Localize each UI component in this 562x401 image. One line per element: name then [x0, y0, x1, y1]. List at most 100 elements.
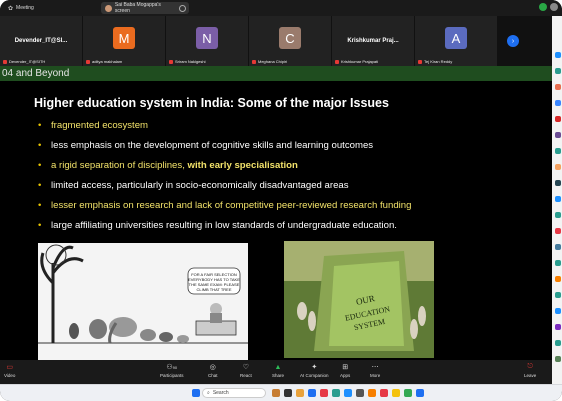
app-icon[interactable] — [555, 244, 561, 250]
search-icon: ⌕ — [207, 390, 210, 396]
share-indicator[interactable]: Sai Baba Mogappa's screen — [101, 2, 189, 14]
app-icon[interactable] — [272, 389, 280, 397]
slide-header: 04 and Beyond — [0, 66, 552, 81]
app-icon[interactable] — [555, 164, 561, 170]
app-icon[interactable] — [555, 68, 561, 74]
react-button[interactable]: ♡ React — [240, 363, 252, 378]
cartoon-exam-image: FOR A FAIR SELECTION EVERYBODY HAS TO TA… — [38, 243, 248, 360]
side-app-strip — [552, 16, 562, 384]
zoom-logo-icon: ✿ — [8, 5, 14, 12]
participant-label: aditya makhalam — [86, 59, 122, 64]
participant-label: Meghana Chipiri — [252, 59, 287, 64]
list-item: • lesser emphasis on research and lack of… — [38, 200, 412, 211]
ai-companion-icon: ✦ — [311, 364, 318, 371]
list-item: • limited access, particularly in socio-e… — [38, 180, 349, 191]
security-icon[interactable] — [539, 3, 547, 11]
participant-tile[interactable]: Krishkumar Praj... Krishkumar Prajapati — [332, 16, 414, 66]
list-item: • large affiliating universities resultin… — [38, 220, 397, 231]
app-icon[interactable] — [555, 196, 561, 202]
app-title: ✿ Meeting — [8, 5, 34, 12]
app-icon[interactable] — [555, 260, 561, 266]
participant-tile[interactable]: M aditya makhalam — [83, 16, 165, 66]
apps-button[interactable]: ⊞ Apps — [340, 363, 350, 378]
participant-label: Krishkumar Prajapati — [335, 59, 378, 64]
avatar: A — [445, 27, 467, 49]
chat-button[interactable]: ◎ Chat — [208, 363, 218, 378]
app-icon[interactable] — [380, 389, 388, 397]
app-icon[interactable] — [356, 389, 364, 397]
window-status — [539, 3, 558, 11]
title-bar: ✿ Meeting Sai Baba Mogappa's screen — [0, 0, 562, 16]
zoom-icon[interactable] — [344, 389, 352, 397]
app-icon[interactable] — [555, 100, 561, 106]
muted-mic-icon — [169, 59, 173, 64]
next-page-arrow-icon[interactable]: › — [507, 35, 519, 47]
zoom-window: ✿ Meeting Sai Baba Mogappa's screen Deve… — [0, 0, 562, 401]
app-icon[interactable] — [555, 308, 561, 314]
muted-mic-icon — [418, 59, 422, 64]
search-input[interactable]: ⌕ Search — [202, 388, 266, 398]
task-view-icon[interactable] — [284, 389, 292, 397]
view-options-icon[interactable] — [179, 4, 186, 12]
participant-tile[interactable]: A Tej Kiran Reddy — [415, 16, 497, 66]
app-icon[interactable] — [555, 340, 561, 346]
app-icon[interactable] — [555, 116, 561, 122]
app-title-label: Meeting — [16, 5, 34, 11]
muted-mic-icon — [3, 59, 7, 64]
list-item: • less emphasis on the development of cog… — [38, 140, 374, 151]
window-control-icon[interactable] — [550, 3, 558, 11]
leave-button[interactable]: ⎋ Leave — [524, 363, 536, 378]
react-icon: ♡ — [242, 364, 250, 371]
muted-mic-icon — [252, 59, 256, 64]
avatar — [105, 4, 112, 12]
svg-text:CLIMB THAT TREE: CLIMB THAT TREE — [196, 287, 231, 292]
edge-icon[interactable] — [308, 389, 316, 397]
ai-companion-button[interactable]: ✦ AI Companion — [300, 363, 329, 378]
chrome-icon[interactable] — [392, 389, 400, 397]
os-taskbar: ⌕ Search — [0, 384, 562, 401]
cartoon-exam-drawing: FOR A FAIR SELECTION EVERYBODY HAS TO TA… — [38, 243, 248, 360]
participant-tile[interactable]: N Sriram Nakigeshi — [166, 16, 248, 66]
video-button[interactable]: ▭ Video — [4, 363, 15, 378]
app-icon[interactable] — [555, 276, 561, 282]
cartoon-education-drawing: OUR EDUCATION SYSTEM — [284, 241, 434, 358]
app-icon[interactable] — [555, 52, 561, 58]
participant-tile[interactable]: C Meghana Chipiri — [249, 16, 331, 66]
muted-mic-icon — [335, 59, 339, 64]
app-icon[interactable] — [555, 180, 561, 186]
leave-icon: ⎋ — [527, 363, 533, 370]
participant-tile[interactable]: Devender_IT@SI... Devender_IT@SITH — [0, 16, 82, 66]
app-icon[interactable] — [332, 389, 340, 397]
muted-mic-icon — [86, 59, 90, 64]
share-button[interactable]: ▲ Share — [272, 363, 284, 379]
avatar: C — [279, 27, 301, 49]
folder-icon[interactable] — [296, 389, 304, 397]
app-icon[interactable] — [555, 228, 561, 234]
app-icon[interactable] — [555, 148, 561, 154]
app-icon[interactable] — [555, 84, 561, 90]
share-icon: ▲ — [274, 363, 282, 371]
app-icon[interactable] — [320, 389, 328, 397]
participant-label: Sriram Nakigeshi — [169, 59, 205, 64]
app-icon[interactable] — [404, 389, 412, 397]
avatar: N — [196, 27, 218, 49]
more-button[interactable]: ⋯ More — [370, 363, 380, 378]
start-icon[interactable] — [192, 389, 200, 397]
participants-icon: ⚇ 90 — [166, 364, 178, 371]
avatar: M — [113, 27, 135, 49]
participants-button[interactable]: ⚇ 90 Participants — [160, 363, 184, 378]
participant-name-large: Krishkumar Praj... — [347, 38, 399, 44]
meeting-controls: ▭ Video ⚇ 90 Participants ◎ Chat ♡ React … — [0, 360, 552, 384]
app-icon[interactable] — [555, 356, 561, 362]
app-icon[interactable] — [555, 212, 561, 218]
app-icon[interactable] — [555, 132, 561, 138]
app-icon[interactable] — [555, 324, 561, 330]
slide-title: Higher education system in India: Some o… — [34, 96, 389, 110]
more-icon: ⋯ — [371, 364, 379, 371]
app-icon[interactable] — [555, 292, 561, 298]
participant-name-large: Devender_IT@SI... — [14, 38, 68, 44]
participant-gallery: Devender_IT@SI... Devender_IT@SITH M adi… — [0, 16, 552, 66]
app-icon[interactable] — [368, 389, 376, 397]
app-icon[interactable] — [416, 389, 424, 397]
shared-screen: 04 and Beyond Higher education system in… — [0, 66, 552, 360]
